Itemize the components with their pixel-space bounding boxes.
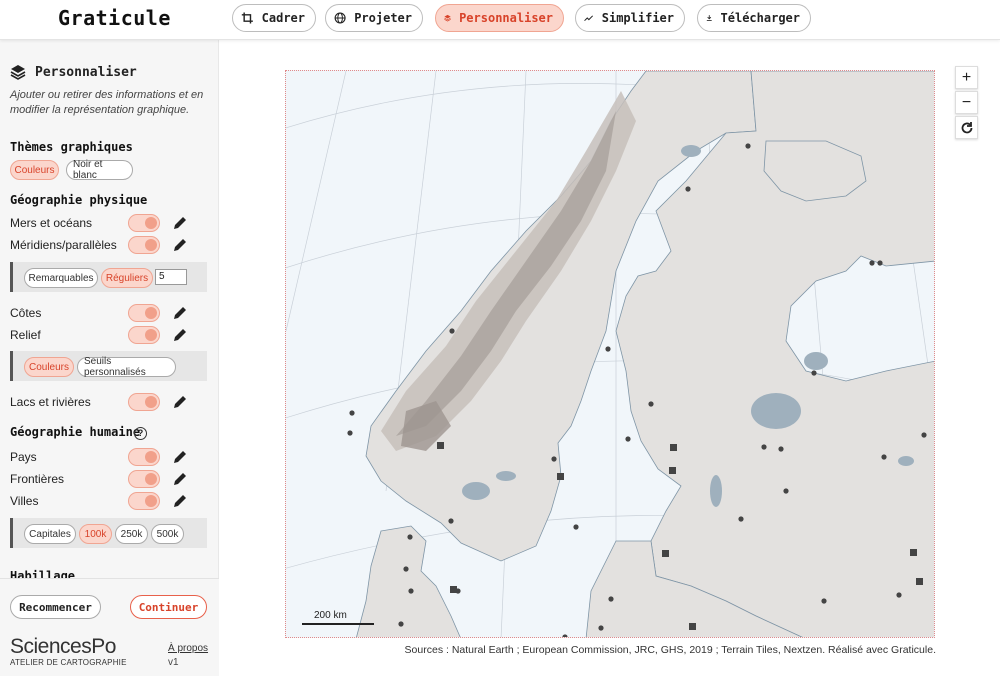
pencil-icon[interactable]: [172, 449, 188, 465]
logo-subtitle: ATELIER DE CARTOGRAPHIE: [10, 658, 127, 667]
refresh-icon: [961, 121, 972, 133]
cities-capitales[interactable]: Capitales: [24, 524, 76, 544]
theme-noir-blanc[interactable]: Noir et blanc: [66, 159, 133, 181]
tab-projeter[interactable]: Projeter: [325, 4, 423, 32]
theme-couleurs[interactable]: Couleurs: [10, 160, 59, 180]
section-human: Géographie humaine: [10, 425, 141, 439]
cities-toggle[interactable]: [128, 492, 160, 510]
about-link[interactable]: À propos: [168, 643, 208, 654]
layers-icon: [444, 14, 451, 22]
pencil-icon[interactable]: [172, 215, 188, 231]
pencil-icon[interactable]: [172, 237, 188, 253]
layer-seas-label: Mers et océans: [10, 216, 93, 230]
cities-250k[interactable]: 250k: [115, 524, 148, 544]
trend-line-icon: [584, 15, 594, 22]
countries-toggle[interactable]: [128, 448, 160, 466]
sciencespo-logo: SciencesPo: [10, 635, 116, 658]
tab-personnaliser[interactable]: Personnaliser: [435, 4, 564, 32]
help-icon[interactable]: ?: [134, 427, 147, 440]
section-physical: Géographie physique: [10, 193, 148, 207]
tab-label: Simplifier: [601, 11, 674, 25]
pencil-icon[interactable]: [172, 493, 188, 509]
app-title[interactable]: Graticule: [58, 6, 171, 30]
scale-bar: [302, 623, 374, 625]
graticule-toggle[interactable]: [128, 236, 160, 254]
borders-toggle[interactable]: [128, 470, 160, 488]
graticule-step-input[interactable]: 5: [155, 269, 187, 285]
relief-toggle[interactable]: [128, 326, 160, 344]
coasts-toggle[interactable]: [128, 304, 160, 322]
reset-button[interactable]: Recommencer: [10, 595, 101, 619]
sidebar-title-text: Personnaliser: [35, 64, 137, 80]
pencil-icon[interactable]: [172, 394, 188, 410]
pencil-icon[interactable]: [172, 471, 188, 487]
sidebar-description: Ajouter ou retirer des informations et e…: [10, 89, 204, 116]
cities-500k[interactable]: 500k: [151, 524, 184, 544]
pencil-icon[interactable]: [172, 327, 188, 343]
tab-simplifier[interactable]: Simplifier: [575, 4, 685, 32]
layer-cities-label: Villes: [10, 494, 39, 508]
seas-toggle[interactable]: [128, 214, 160, 232]
sidebar-footer: Recommencer Continuer SciencesPo ATELIER…: [0, 578, 219, 676]
globe-icon: [334, 12, 346, 24]
pencil-icon[interactable]: [172, 305, 188, 321]
reset-view-button[interactable]: [955, 116, 978, 139]
tab-telecharger[interactable]: Télécharger: [697, 4, 811, 32]
download-icon: [706, 15, 712, 21]
relief-seuils[interactable]: Seuils personnalisés: [77, 356, 176, 378]
tab-label: Cadrer: [261, 11, 305, 25]
layer-lakes-label: Lacs et rivières: [10, 395, 91, 409]
map-svg: [286, 71, 934, 637]
layer-borders-label: Frontières: [10, 472, 65, 486]
tab-label: Projeter: [354, 11, 412, 25]
graticule-reguliers[interactable]: Réguliers: [101, 268, 153, 288]
map-sources: Sources : Natural Earth ; European Commi…: [404, 644, 936, 656]
layer-relief-label: Relief: [10, 328, 41, 342]
relief-couleurs[interactable]: Couleurs: [24, 357, 74, 377]
sidebar-title: Personnaliser: [10, 64, 137, 80]
tab-label: Personnaliser: [459, 11, 553, 25]
continue-button[interactable]: Continuer: [130, 595, 207, 619]
map-canvas[interactable]: 200 km: [285, 70, 935, 638]
tab-cadrer[interactable]: Cadrer: [232, 4, 316, 32]
denmark-landmass: [356, 525, 461, 637]
zoom-out-button[interactable]: −: [955, 91, 978, 114]
layer-countries-label: Pays: [10, 450, 37, 464]
lakes-toggle[interactable]: [128, 393, 160, 411]
sidebar: Personnaliser Ajouter ou retirer des inf…: [0, 40, 219, 676]
top-bar: Graticule Cadrer Projeter Personnaliser …: [0, 0, 1000, 40]
cities-100k[interactable]: 100k: [79, 524, 112, 544]
zoom-in-button[interactable]: +: [955, 66, 978, 89]
graticule-remarquables[interactable]: Remarquables: [24, 268, 98, 288]
scale-label: 200 km: [314, 610, 347, 621]
layer-graticule-label: Méridiens/parallèles: [10, 238, 117, 252]
layer-coasts-label: Côtes: [10, 306, 42, 320]
tab-label: Télécharger: [720, 11, 800, 25]
crop-icon: [241, 12, 253, 24]
layers-icon: [10, 65, 26, 80]
version-label: v1: [168, 657, 179, 668]
section-themes: Thèmes graphiques: [10, 140, 133, 154]
